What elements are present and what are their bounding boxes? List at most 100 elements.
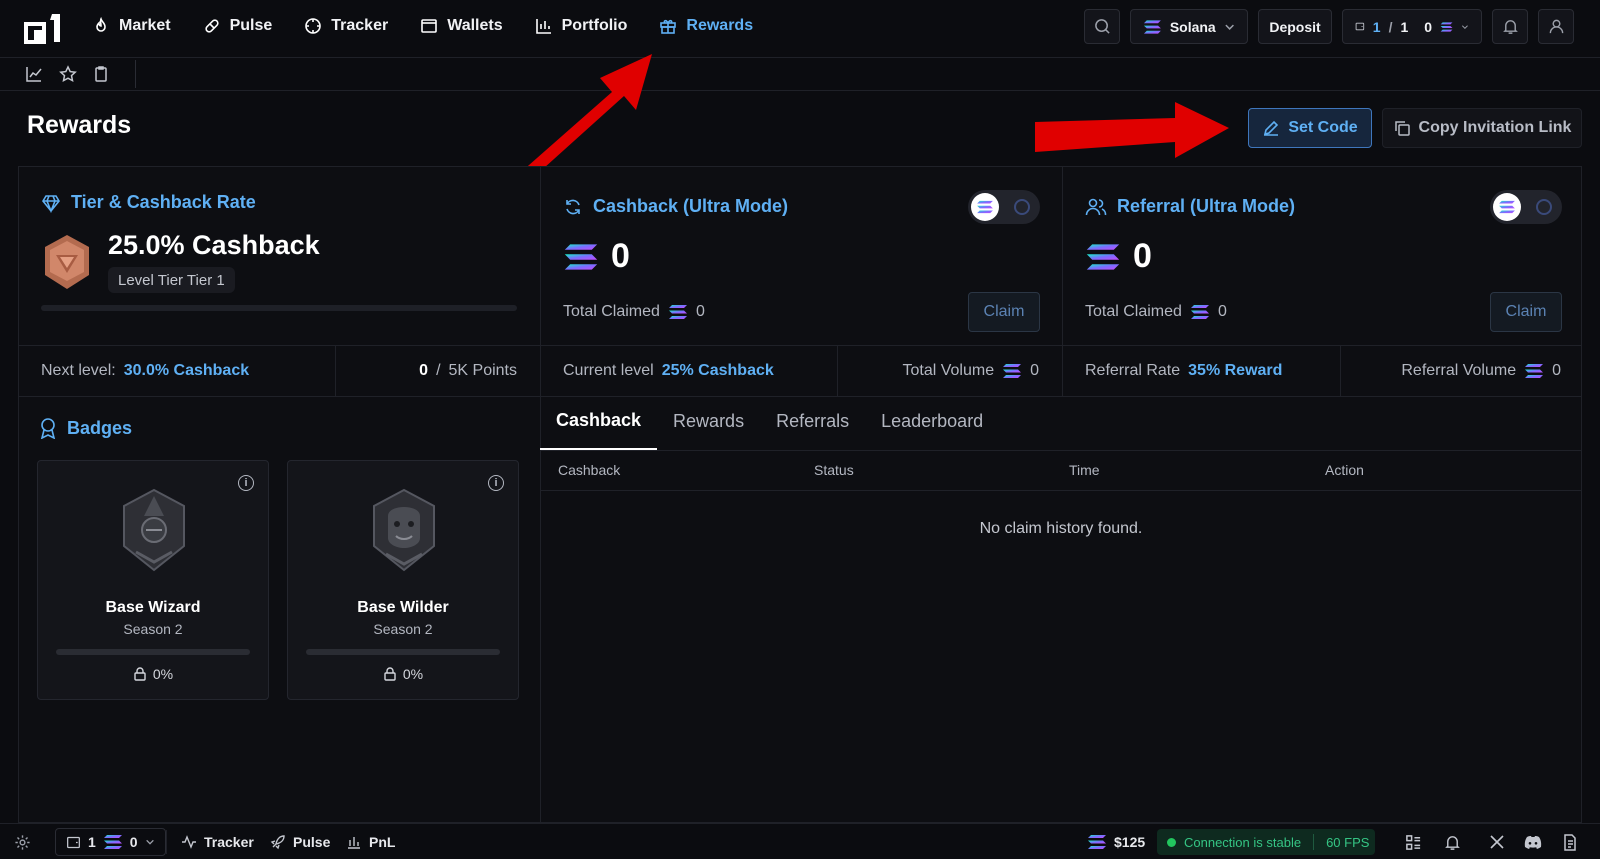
docs-link[interactable]: [1562, 824, 1578, 859]
fps-label: 60 FPS: [1326, 834, 1370, 850]
set-code-button[interactable]: Set Code: [1248, 108, 1372, 148]
refresh-icon: [566, 199, 580, 214]
badge-progress-bar: [56, 649, 250, 655]
tab-rewards[interactable]: Rewards: [657, 392, 760, 450]
document-icon: [1564, 833, 1576, 851]
badge-progress-bar: [306, 649, 500, 655]
users-icon: [1085, 198, 1107, 215]
discord-icon: [1524, 836, 1542, 849]
tab-cashback[interactable]: Cashback: [540, 392, 658, 450]
nav-item-tracker[interactable]: Tracker: [304, 17, 388, 35]
points-current: 0: [419, 362, 429, 379]
chart-line-icon[interactable]: [25, 65, 43, 83]
bottom-notifications-button[interactable]: [1444, 824, 1461, 859]
tab-referrals[interactable]: Referrals: [760, 392, 865, 450]
nav-item-market[interactable]: Market: [92, 17, 171, 35]
crosshair-icon: [305, 18, 322, 34]
cashback-claim-button[interactable]: Claim: [968, 292, 1040, 332]
bell-icon: [1502, 20, 1518, 34]
badge-progress: 0%: [38, 666, 268, 682]
bottom-pulse-button[interactable]: Pulse: [270, 824, 330, 859]
wizard-badge-icon: [123, 488, 185, 572]
notifications-button[interactable]: [1492, 9, 1528, 44]
referral-card-title: Referral (Ultra Mode): [1085, 196, 1295, 217]
wilder-badge-icon: [373, 488, 435, 572]
nav-label: Market: [119, 17, 171, 34]
badges-title: Badges: [39, 417, 132, 439]
axiom-logo[interactable]: [24, 10, 64, 46]
solana-icon: [668, 304, 688, 320]
bottom-pulse-label: Pulse: [293, 834, 331, 850]
rocket-icon: [270, 835, 285, 850]
star-icon[interactable]: [59, 65, 77, 83]
cashback-mode-toggle[interactable]: [968, 190, 1040, 224]
nav-item-portfolio[interactable]: Portfolio: [535, 17, 627, 35]
wallet-count: 1: [1372, 18, 1381, 35]
nav-item-wallets[interactable]: Wallets: [420, 17, 503, 35]
referral-volume-stat: Referral Volume 0: [1401, 362, 1561, 380]
info-icon[interactable]: i: [488, 475, 504, 491]
next-level-label: Next level:: [41, 362, 116, 379]
divider: [837, 345, 838, 396]
referral-title-label: Referral (Ultra Mode): [1117, 196, 1296, 216]
discord-link[interactable]: [1524, 824, 1542, 859]
profile-button[interactable]: [1538, 9, 1574, 44]
bell-icon: [1445, 835, 1460, 850]
bottom-wallet-count: 1: [88, 834, 96, 850]
settings-button[interactable]: [14, 824, 31, 859]
solana-icon: [1493, 193, 1521, 221]
solana-icon: [1190, 304, 1210, 320]
bottom-tracker-button[interactable]: Tracker: [181, 824, 254, 859]
total-volume-stat: Total Volume 0: [902, 362, 1039, 380]
column-header-status[interactable]: Status: [814, 462, 854, 478]
gift-icon: [660, 19, 677, 34]
cashback-title-label: Cashback (Ultra Mode): [593, 196, 789, 216]
referral-claim-button[interactable]: Claim: [1490, 292, 1562, 332]
deposit-button[interactable]: Deposit: [1258, 9, 1332, 44]
column-header-cashback[interactable]: Cashback: [558, 462, 620, 478]
user-icon: [1549, 19, 1563, 34]
tier-card-title: Tier & Cashback Rate: [41, 192, 256, 213]
ribbon-icon: [40, 418, 56, 439]
bottom-tracker-label: Tracker: [204, 834, 254, 850]
solana-icon: [563, 242, 599, 272]
nav-item-rewards[interactable]: Rewards: [659, 17, 753, 35]
search-button[interactable]: [1084, 9, 1120, 44]
activity-icon: [182, 835, 196, 849]
wallet-selector[interactable]: 1 / 1 0: [1342, 9, 1482, 44]
column-header-time[interactable]: Time: [1069, 462, 1100, 478]
total-claimed-value: 0: [1217, 303, 1227, 320]
page-title: Rewards: [27, 111, 132, 139]
badge-card[interactable]: i Base Wizard Season 2 0%: [37, 460, 269, 700]
copy-invitation-link-button[interactable]: Copy Invitation Link: [1382, 108, 1582, 148]
nav-label: Pulse: [229, 17, 273, 34]
connection-label: Connection is stable: [1184, 834, 1302, 850]
diamond-icon: [42, 194, 60, 213]
chain-selector[interactable]: Solana: [1130, 9, 1248, 44]
info-icon[interactable]: i: [238, 475, 254, 491]
history-tabs: Cashback Rewards Referrals Leaderboard: [540, 392, 999, 450]
bottom-wallet-selector[interactable]: 1 0: [55, 828, 166, 856]
x-link[interactable]: [1489, 824, 1505, 859]
status-dot: [1167, 837, 1176, 847]
list-icon: [1406, 834, 1421, 850]
sub-toolbar: [0, 58, 1600, 91]
level-tier-pill: Level Tier Tier 1: [108, 267, 235, 293]
referral-total-claimed: Total Claimed 0: [1085, 303, 1227, 321]
sol-price-value: $125: [1114, 834, 1146, 850]
cashback-amount-value: 0: [611, 237, 630, 275]
cashback-amount: 0: [563, 237, 630, 276]
wallet-icon: [1355, 22, 1365, 31]
clipboard-icon[interactable]: [92, 65, 110, 83]
bottom-pnl-button[interactable]: PnL: [346, 824, 395, 859]
badge-progress-value: 0%: [402, 666, 424, 682]
divider: [1340, 345, 1341, 396]
referral-mode-toggle[interactable]: [1490, 190, 1562, 224]
column-header-action[interactable]: Action: [1325, 462, 1364, 478]
layout-button[interactable]: [1405, 824, 1422, 859]
top-right-controls: Solana Deposit 1 / 1 0: [1084, 9, 1574, 44]
badge-card[interactable]: i Base Wilder Season 2 0%: [287, 460, 519, 700]
tab-leaderboard[interactable]: Leaderboard: [865, 392, 999, 450]
nav-item-pulse[interactable]: Pulse: [203, 17, 273, 35]
cashback-total-claimed: Total Claimed 0: [563, 303, 705, 321]
